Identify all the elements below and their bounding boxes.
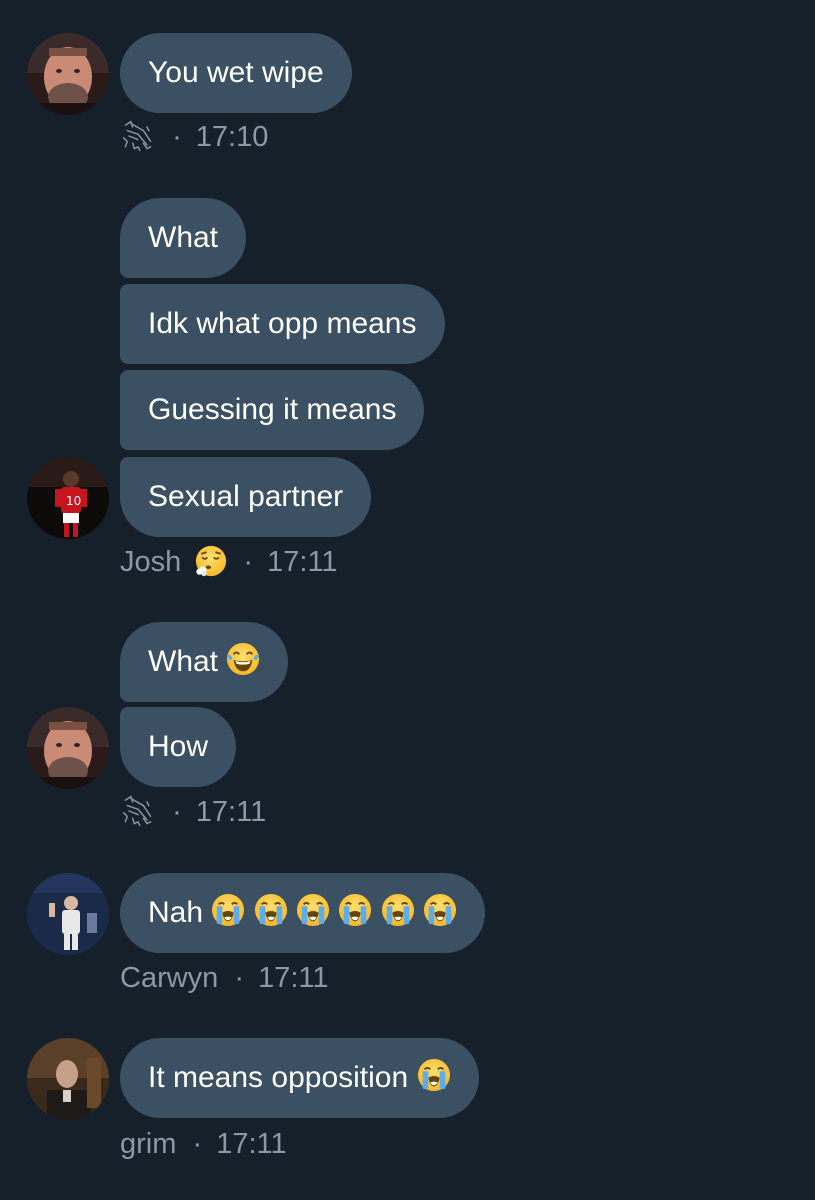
svg-text:10: 10 [66, 494, 81, 508]
fox-logo-icon [120, 793, 156, 829]
meta-separator: · [234, 962, 245, 994]
loudly-crying-face-emoji [211, 893, 245, 927]
sender-name[interactable]: grim [120, 1128, 176, 1160]
loudly-crying-face-emoji [423, 893, 457, 927]
message-bubble[interactable]: Nah [120, 873, 486, 953]
message-text: Guessing it means [148, 393, 397, 426]
loudly-crying-face-emoji [296, 893, 330, 927]
meta-separator: · [192, 1128, 203, 1160]
message-bubble[interactable]: What [120, 198, 247, 278]
face-with-tears-of-joy-emoji [226, 642, 260, 676]
avatar[interactable]: 10 [27, 457, 109, 539]
sender-name[interactable]: Josh [120, 546, 181, 578]
message-bubble[interactable]: What [120, 622, 289, 702]
loudly-crying-face-emoji [381, 893, 415, 927]
message-time: 17:10 [195, 121, 269, 153]
meta-separator: · [172, 121, 182, 153]
message-time: 17:11 [216, 1128, 287, 1160]
fox-logo-icon [120, 118, 156, 154]
avatar[interactable] [27, 873, 109, 955]
message-bubble[interactable]: Idk what opp means [120, 284, 445, 364]
message-text: Nah [148, 896, 204, 929]
message-meta: Josh · 17:11 [120, 542, 338, 582]
message-bubble[interactable]: Sexual partner [120, 457, 372, 537]
message-text: You wet wipe [148, 56, 324, 89]
message-text: Idk what opp means [148, 307, 417, 340]
message-text: What [148, 645, 219, 678]
meta-separator: · [243, 546, 254, 578]
message-meta: · 17:10 [120, 117, 268, 157]
avatar[interactable] [27, 707, 109, 789]
avatar[interactable] [27, 1038, 109, 1120]
meta-separator: · [172, 796, 182, 828]
message-time: 17:11 [267, 546, 338, 578]
message-text: It means opposition [148, 1061, 409, 1094]
sender-name[interactable]: Carwyn [120, 962, 218, 994]
message-text: What [148, 221, 219, 254]
loudly-crying-face-emoji [254, 893, 288, 927]
message-bubble[interactable]: You wet wipe [120, 33, 352, 113]
message-meta: · 17:11 [120, 792, 266, 832]
message-meta: Carwyn · 17:11 [120, 958, 329, 998]
message-text: Sexual partner [148, 480, 344, 513]
message-bubble[interactable]: How [120, 707, 237, 787]
loudly-crying-face-emoji [338, 893, 372, 927]
message-text: How [148, 730, 209, 763]
message-bubble[interactable]: It means opposition [120, 1038, 479, 1118]
message-time: 17:11 [195, 796, 267, 828]
avatar[interactable] [27, 33, 109, 115]
message-bubble[interactable]: Guessing it means [120, 370, 425, 450]
loudly-crying-face-emoji [417, 1058, 451, 1092]
face-exhaling-emoji [195, 545, 227, 577]
message-time: 17:11 [258, 962, 329, 994]
message-meta: grim · 17:11 [120, 1124, 287, 1164]
